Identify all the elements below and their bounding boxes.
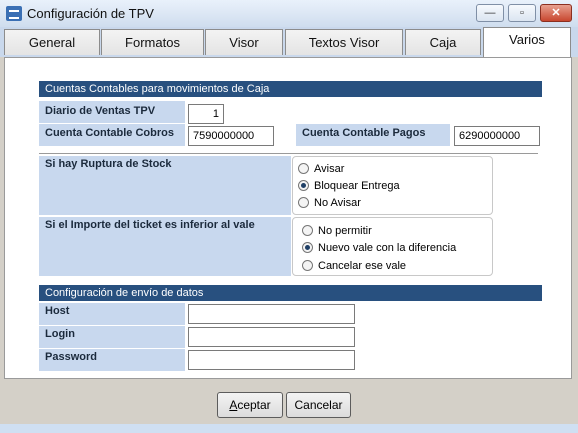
diario-label: Diario de Ventas TPV [39,101,185,123]
config-window: Configuración de TPV — ▫ ✕ General Forma… [0,0,578,433]
vale-label: Si el Importe del ticket es inferior al … [39,217,291,276]
pagos-input[interactable]: 6290000000 [454,126,540,146]
radio-icon [302,225,313,236]
close-button[interactable]: ✕ [540,4,572,22]
radio-selected-icon [298,180,309,191]
tab-formatos[interactable]: Formatos [101,29,204,55]
login-input[interactable] [188,327,355,347]
stock-label: Si hay Ruptura de Stock [39,156,291,215]
radio-icon [298,163,309,174]
radio-icon [298,197,309,208]
stock-radio-group: Avisar Bloquear Entrega No Avisar [292,156,493,215]
window-title: Configuración de TPV [27,6,154,21]
pagos-label: Cuenta Contable Pagos [296,124,450,146]
cobros-label: Cuenta Contable Cobros [39,124,185,146]
tab-bar: General Formatos Visor Textos Visor Caja… [0,27,578,57]
tab-caja[interactable]: Caja [405,29,481,55]
login-label: Login [39,326,185,348]
accept-button[interactable]: Aceptar [217,392,283,418]
divider [39,153,538,154]
vale-radio-group: No permitir Nuevo vale con la diferencia… [292,217,493,276]
password-input[interactable] [188,350,355,370]
diario-input[interactable]: 1 [188,104,224,124]
tab-general[interactable]: General [4,29,100,55]
app-icon [6,6,22,21]
cobros-input[interactable]: 7590000000 [188,126,274,146]
accept-label-rest: ceptar [237,398,271,412]
host-input[interactable] [188,304,355,324]
section-header-envio: Configuración de envío de datos [39,285,542,301]
window-bottom-edge [0,424,578,433]
minimize-button[interactable]: — [476,4,504,22]
password-label: Password [39,349,185,371]
tab-textos-visor[interactable]: Textos Visor [285,29,403,55]
button-bar: Aceptar Cancelar [0,379,578,424]
section-header-cuentas: Cuentas Contables para movimientos de Ca… [39,81,542,97]
maximize-button[interactable]: ▫ [508,4,536,22]
tab-varios[interactable]: Varios [483,27,571,57]
cancel-button[interactable]: Cancelar [286,392,351,418]
tab-visor[interactable]: Visor [205,29,283,55]
host-label: Host [39,303,185,325]
radio-selected-icon [302,242,313,253]
radio-icon [302,260,313,271]
title-bar: Configuración de TPV — ▫ ✕ [0,0,578,28]
